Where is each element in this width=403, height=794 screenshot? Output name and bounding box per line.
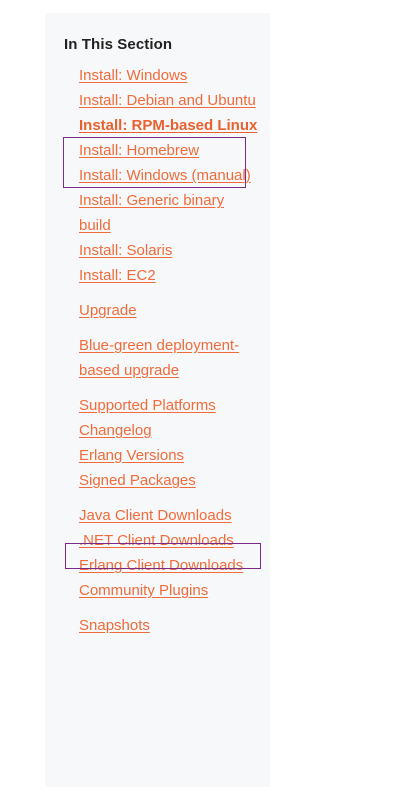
nav-link-install-homebrew[interactable]: Install: Homebrew	[79, 138, 259, 163]
nav-link-dotnet-client-downloads[interactable]: .NET Client Downloads	[79, 528, 259, 553]
nav-link-install-windows-manual[interactable]: Install: Windows (manual)	[79, 163, 259, 188]
list-item: Snapshots	[79, 613, 259, 638]
nav-group-snapshots: Snapshots	[79, 613, 259, 638]
nav-link-install-debian-ubuntu[interactable]: Install: Debian and Ubuntu	[79, 88, 259, 113]
list-item: Erlang Versions	[79, 443, 259, 468]
list-item: Install: Debian and Ubuntu	[79, 88, 259, 113]
nav-link-community-plugins[interactable]: Community Plugins	[79, 578, 259, 603]
list-item: Install: Homebrew	[79, 138, 259, 163]
nav-group-blue-green: Blue-green deployment-based upgrade	[79, 333, 259, 383]
list-item: Community Plugins	[79, 578, 259, 603]
list-item: Changelog	[79, 418, 259, 443]
nav-link-erlang-client-downloads[interactable]: Erlang Client Downloads	[79, 553, 259, 578]
nav-link-install-generic-binary[interactable]: Install: Generic binary build	[79, 188, 259, 238]
section-title: In This Section	[64, 36, 173, 53]
nav-link-upgrade[interactable]: Upgrade	[79, 298, 259, 323]
list-item: Upgrade	[79, 298, 259, 323]
list-item: Install: Windows (manual)	[79, 163, 259, 188]
list-item: Signed Packages	[79, 468, 259, 493]
nav-group-install: Install: Windows Install: Debian and Ubu…	[79, 63, 259, 288]
list-item: Install: EC2	[79, 263, 259, 288]
list-item: Supported Platforms	[79, 393, 259, 418]
list-item: Install: Solaris	[79, 238, 259, 263]
nav-group-platforms: Supported Platforms Changelog Erlang Ver…	[79, 393, 259, 493]
list-item: Install: RPM-based Linux	[79, 113, 259, 138]
nav-link-signed-packages[interactable]: Signed Packages	[79, 468, 259, 493]
nav-link-install-solaris[interactable]: Install: Solaris	[79, 238, 259, 263]
nav-link-snapshots[interactable]: Snapshots	[79, 613, 259, 638]
nav-list: Install: Windows Install: Debian and Ubu…	[79, 63, 259, 638]
sidebar-nav: In This Section Install: Windows Install…	[45, 13, 270, 787]
nav-group-clients: Java Client Downloads .NET Client Downlo…	[79, 503, 259, 603]
list-item: Install: Generic binary build	[79, 188, 259, 238]
list-item: Install: Windows	[79, 63, 259, 88]
nav-link-changelog[interactable]: Changelog	[79, 418, 259, 443]
nav-link-install-ec2[interactable]: Install: EC2	[79, 263, 259, 288]
nav-link-supported-platforms[interactable]: Supported Platforms	[79, 393, 259, 418]
list-item: .NET Client Downloads	[79, 528, 259, 553]
nav-link-install-rpm-linux[interactable]: Install: RPM-based Linux	[79, 113, 259, 138]
nav-link-install-windows[interactable]: Install: Windows	[79, 63, 259, 88]
nav-link-blue-green-upgrade[interactable]: Blue-green deployment-based upgrade	[79, 333, 259, 383]
list-item: Erlang Client Downloads	[79, 553, 259, 578]
nav-group-upgrade: Upgrade	[79, 298, 259, 323]
nav-link-erlang-versions[interactable]: Erlang Versions	[79, 443, 259, 468]
list-item: Java Client Downloads	[79, 503, 259, 528]
nav-link-java-client-downloads[interactable]: Java Client Downloads	[79, 503, 259, 528]
list-item: Blue-green deployment-based upgrade	[79, 333, 259, 383]
